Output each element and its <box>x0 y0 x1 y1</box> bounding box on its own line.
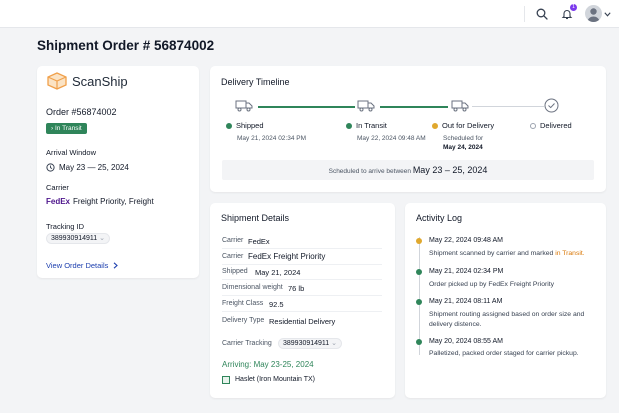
status-dot <box>346 122 352 129</box>
search-icon[interactable] <box>534 6 550 22</box>
avatar[interactable] <box>585 5 602 22</box>
detail-tracking-label: Carrier Tracking <box>222 340 272 347</box>
detail-class-value: 92.5 <box>269 300 284 309</box>
activity-time: May 21, 2024 02:34 PM <box>429 268 504 275</box>
activity-desc: Palletized, packed order staged for carr… <box>429 350 579 357</box>
status-badge: › In Transit <box>46 123 87 134</box>
detail-delivery-type-label: Delivery Type <box>222 317 265 324</box>
bell-icon[interactable]: 1 <box>559 4 577 22</box>
view-order-details-link[interactable]: View Order Details <box>46 261 119 270</box>
carrier-label: Carrier <box>46 183 69 192</box>
detail-carrier-value: FedEx <box>248 237 270 246</box>
top-bar: 1 <box>0 0 619 28</box>
carrier-service: Freight Priority, Freight <box>73 197 154 206</box>
location-pin-icon <box>222 376 230 384</box>
detail-carrier-label: Carrier <box>222 237 244 244</box>
brand-logo: ScanShip <box>46 72 128 90</box>
divider <box>524 6 525 22</box>
step-shipped-time: May 21, 2024 02:34 PM <box>237 135 307 142</box>
activity-dot <box>416 299 422 305</box>
activity-dot <box>416 238 422 244</box>
chevron-down-icon[interactable] <box>602 6 612 22</box>
notification-badge: 1 <box>570 4 577 11</box>
brand-name: ScanShip <box>72 73 128 89</box>
activity-desc: Shipment routing assigned based on order… <box>429 311 585 328</box>
detail-service-value: FedEx Freight Priority <box>248 252 326 261</box>
step-in-transit-time: May 22, 2024 09:48 AM <box>357 135 426 142</box>
fedex-logo: FedEx <box>46 197 71 206</box>
activity-log-title: Activity Log <box>416 213 463 223</box>
timeline-title: Delivery Timeline <box>221 77 290 87</box>
arrival-window-value: May 23 — 25, 2024 <box>59 163 129 172</box>
clock-icon <box>46 163 55 172</box>
step-shipped: Shipped <box>226 121 264 130</box>
truck-icon <box>235 100 253 112</box>
tracking-label: Tracking ID <box>46 222 85 231</box>
timeline-pending-line <box>472 106 544 107</box>
timeline-progress-line <box>258 106 355 108</box>
detail-weight-value: 76 lb <box>288 284 305 293</box>
page-title: Shipment Order # 56874002 <box>37 38 215 53</box>
location-value: Haslet (Iron Mountain TX) <box>235 376 316 383</box>
carrier-tracking-chip[interactable]: 389930914911 ⌄ <box>278 338 343 349</box>
step-out-for-delivery-sub: Scheduled for <box>443 135 484 142</box>
tracking-id-chip[interactable]: 389930914911 ⌄ <box>46 233 111 244</box>
delivery-timeline-card: Delivery Timeline Shipped May 21, 2024 0… <box>210 66 606 192</box>
schedule-banner: Scheduled to arrive between May 23 – 25,… <box>222 160 594 180</box>
activity-dot <box>416 339 422 345</box>
detail-class-label: Freight Class <box>222 300 264 307</box>
order-number: Order #56874002 <box>46 107 117 117</box>
truck-icon <box>451 100 469 112</box>
activity-dot <box>416 269 422 275</box>
step-out-for-delivery-date: May 24, 2024 <box>443 144 483 151</box>
box-icon <box>47 72 67 90</box>
detail-shipped-value: May 21, 2024 <box>255 268 301 277</box>
activity-time: May 21, 2024 08:11 AM <box>429 298 503 305</box>
activity-desc: Order picked up by FedEx Freight Priorit… <box>429 281 555 288</box>
status-dot <box>530 122 536 129</box>
chevron-right-icon <box>114 262 119 269</box>
shipment-details-card: Shipment Details Carrier FedEx Carrier F… <box>210 203 395 398</box>
order-summary-card: ScanShip Order #56874002 › In Transit Ar… <box>37 66 199 278</box>
detail-service-label: Carrier <box>222 253 244 260</box>
activity-log-card: Activity Log May 22, 2024 09:48 AM Shipm… <box>405 203 606 398</box>
step-out-for-delivery: Out for Delivery <box>432 121 494 130</box>
check-circle-icon <box>544 98 559 113</box>
activity-time: May 22, 2024 09:48 AM <box>429 237 503 244</box>
detail-weight-label: Dimensional weight <box>222 284 283 291</box>
status-dot <box>432 122 438 129</box>
status-dot <box>226 122 232 129</box>
detail-delivery-type-value: Residential Delivery <box>269 317 336 326</box>
activity-desc: Shipment scanned by carrier and marked i… <box>429 250 585 257</box>
activity-time: May 20, 2024 08:55 AM <box>429 338 503 345</box>
truck-icon <box>357 100 375 112</box>
shipment-details-title: Shipment Details <box>221 213 290 223</box>
step-in-transit: In Transit <box>346 121 387 130</box>
arrival-window-label: Arrival Window <box>46 148 97 157</box>
arriving-window: Arriving: May 23-25, 2024 <box>222 360 314 369</box>
step-delivered: Delivered <box>530 121 572 130</box>
timeline-progress-line <box>380 106 448 108</box>
detail-shipped-label: Shipped <box>222 268 248 275</box>
activity-timeline-line <box>419 237 420 355</box>
